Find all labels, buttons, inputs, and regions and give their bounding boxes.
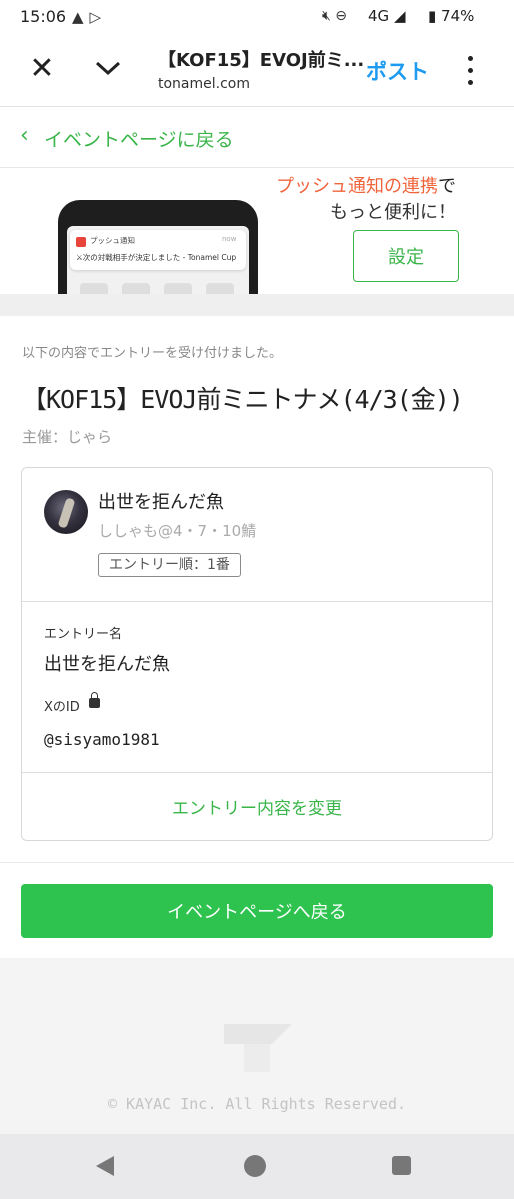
system-navigation-bar [0, 1134, 514, 1199]
home-icon[interactable] [244, 1155, 266, 1177]
card-divider [22, 601, 492, 602]
app-tile [206, 283, 234, 294]
footer: © KAYAC Inc. All Rights Reserved. [0, 958, 514, 1134]
entry-confirmation-message: 以下の内容でエントリーを受け付けました。 [22, 346, 283, 361]
tonamel-logo-icon [76, 237, 86, 247]
x-id-value: @sisyamo1981 [44, 730, 160, 749]
page-title: 【KOF15】EVOJ前ミ... [158, 50, 365, 71]
network-indicator: 4G ◢ [368, 7, 406, 25]
chevron-left-icon: ‹ [20, 123, 29, 148]
banner-highlight: プッシュ通知の連携 [276, 176, 438, 197]
x-id-label: XのID [44, 700, 80, 715]
entry-name-value: 出世を拒んだ魚 [44, 654, 170, 675]
signal-icon: ◢ [393, 7, 406, 25]
push-notification-banner: プッシュ通知 now ⚔次の対戦相手が決定しました - Tonamel Cup … [0, 168, 514, 294]
entry-card: 出世を拒んだ魚 ししゃも@4・7・10鯖 エントリー順：1番 エントリー名 出世… [21, 467, 493, 841]
player-name: 出世を拒んだ魚 [98, 492, 224, 513]
close-icon[interactable]: ✕ [22, 48, 62, 88]
section-divider [0, 862, 514, 863]
back-icon[interactable] [96, 1156, 114, 1176]
dnd-icon: ⊖ [335, 8, 348, 24]
entry-name-label: エントリー名 [44, 627, 123, 642]
more-options-icon[interactable] [458, 54, 482, 88]
app-tile [164, 283, 192, 294]
status-time: 15:06 [20, 7, 67, 26]
entry-order-badge: エントリー順：1番 [98, 553, 241, 577]
banner-headline-rest: で [438, 176, 456, 197]
lock-icon [89, 692, 100, 708]
sample-notification: プッシュ通知 now ⚔次の対戦相手が決定しました - Tonamel Cup [70, 230, 246, 270]
network-label: 4G [368, 7, 390, 25]
app-tile [80, 283, 108, 294]
organizer: 主催：じゃら [22, 428, 113, 446]
recent-apps-icon[interactable] [392, 1156, 411, 1175]
return-to-event-button[interactable]: イベントページへ戻る [21, 884, 493, 938]
browser-toolbar: ✕ 【KOF15】EVOJ前ミ... tonamel.com ポスト [0, 34, 514, 107]
copyright: © KAYAC Inc. All Rights Reserved. [107, 1095, 406, 1113]
notification-time: now [222, 235, 237, 243]
back-to-event-link[interactable]: ‹ イベントページに戻る [0, 107, 514, 168]
change-entry-link[interactable]: エントリー内容を変更 [22, 773, 492, 840]
battery-indicator: ▮ 74% [428, 7, 474, 25]
player-subtitle: ししゃも@4・7・10鯖 [98, 522, 257, 540]
section-divider [0, 294, 514, 316]
event-title: 【KOF15】EVOJ前ミニトナメ(4/3(金)) [22, 385, 464, 414]
chevron-down-icon[interactable] [88, 48, 128, 88]
notification-title: プッシュ通知 [90, 236, 135, 245]
mute-icon: 🔇︎ [322, 8, 331, 24]
play-icon: ▷ [89, 8, 108, 26]
post-button[interactable]: ポスト [366, 56, 429, 86]
notification-message: ⚔次の対戦相手が決定しました - Tonamel Cup [76, 253, 237, 262]
page-url: tonamel.com [158, 76, 250, 92]
status-notification-icons: ▲▷ [72, 8, 107, 26]
status-system-icons: 🔇︎ ⊖ [322, 8, 347, 24]
banner-headline: プッシュ通知の連携で [276, 172, 456, 198]
back-link-label: イベントページに戻る [44, 129, 234, 151]
banner-subline: もっと便利に！ [330, 202, 456, 223]
avatar [44, 490, 88, 534]
battery-label: 74% [441, 7, 475, 25]
app-tile [122, 283, 150, 294]
settings-button[interactable]: 設定 [353, 230, 459, 282]
warning-icon: ▲ [72, 8, 90, 26]
status-bar: 15:06 ▲▷ 🔇︎ ⊖ 4G ◢ ▮ 74% [0, 0, 514, 34]
battery-icon: ▮ [428, 7, 437, 25]
tonamel-logo-icon [224, 1024, 292, 1072]
